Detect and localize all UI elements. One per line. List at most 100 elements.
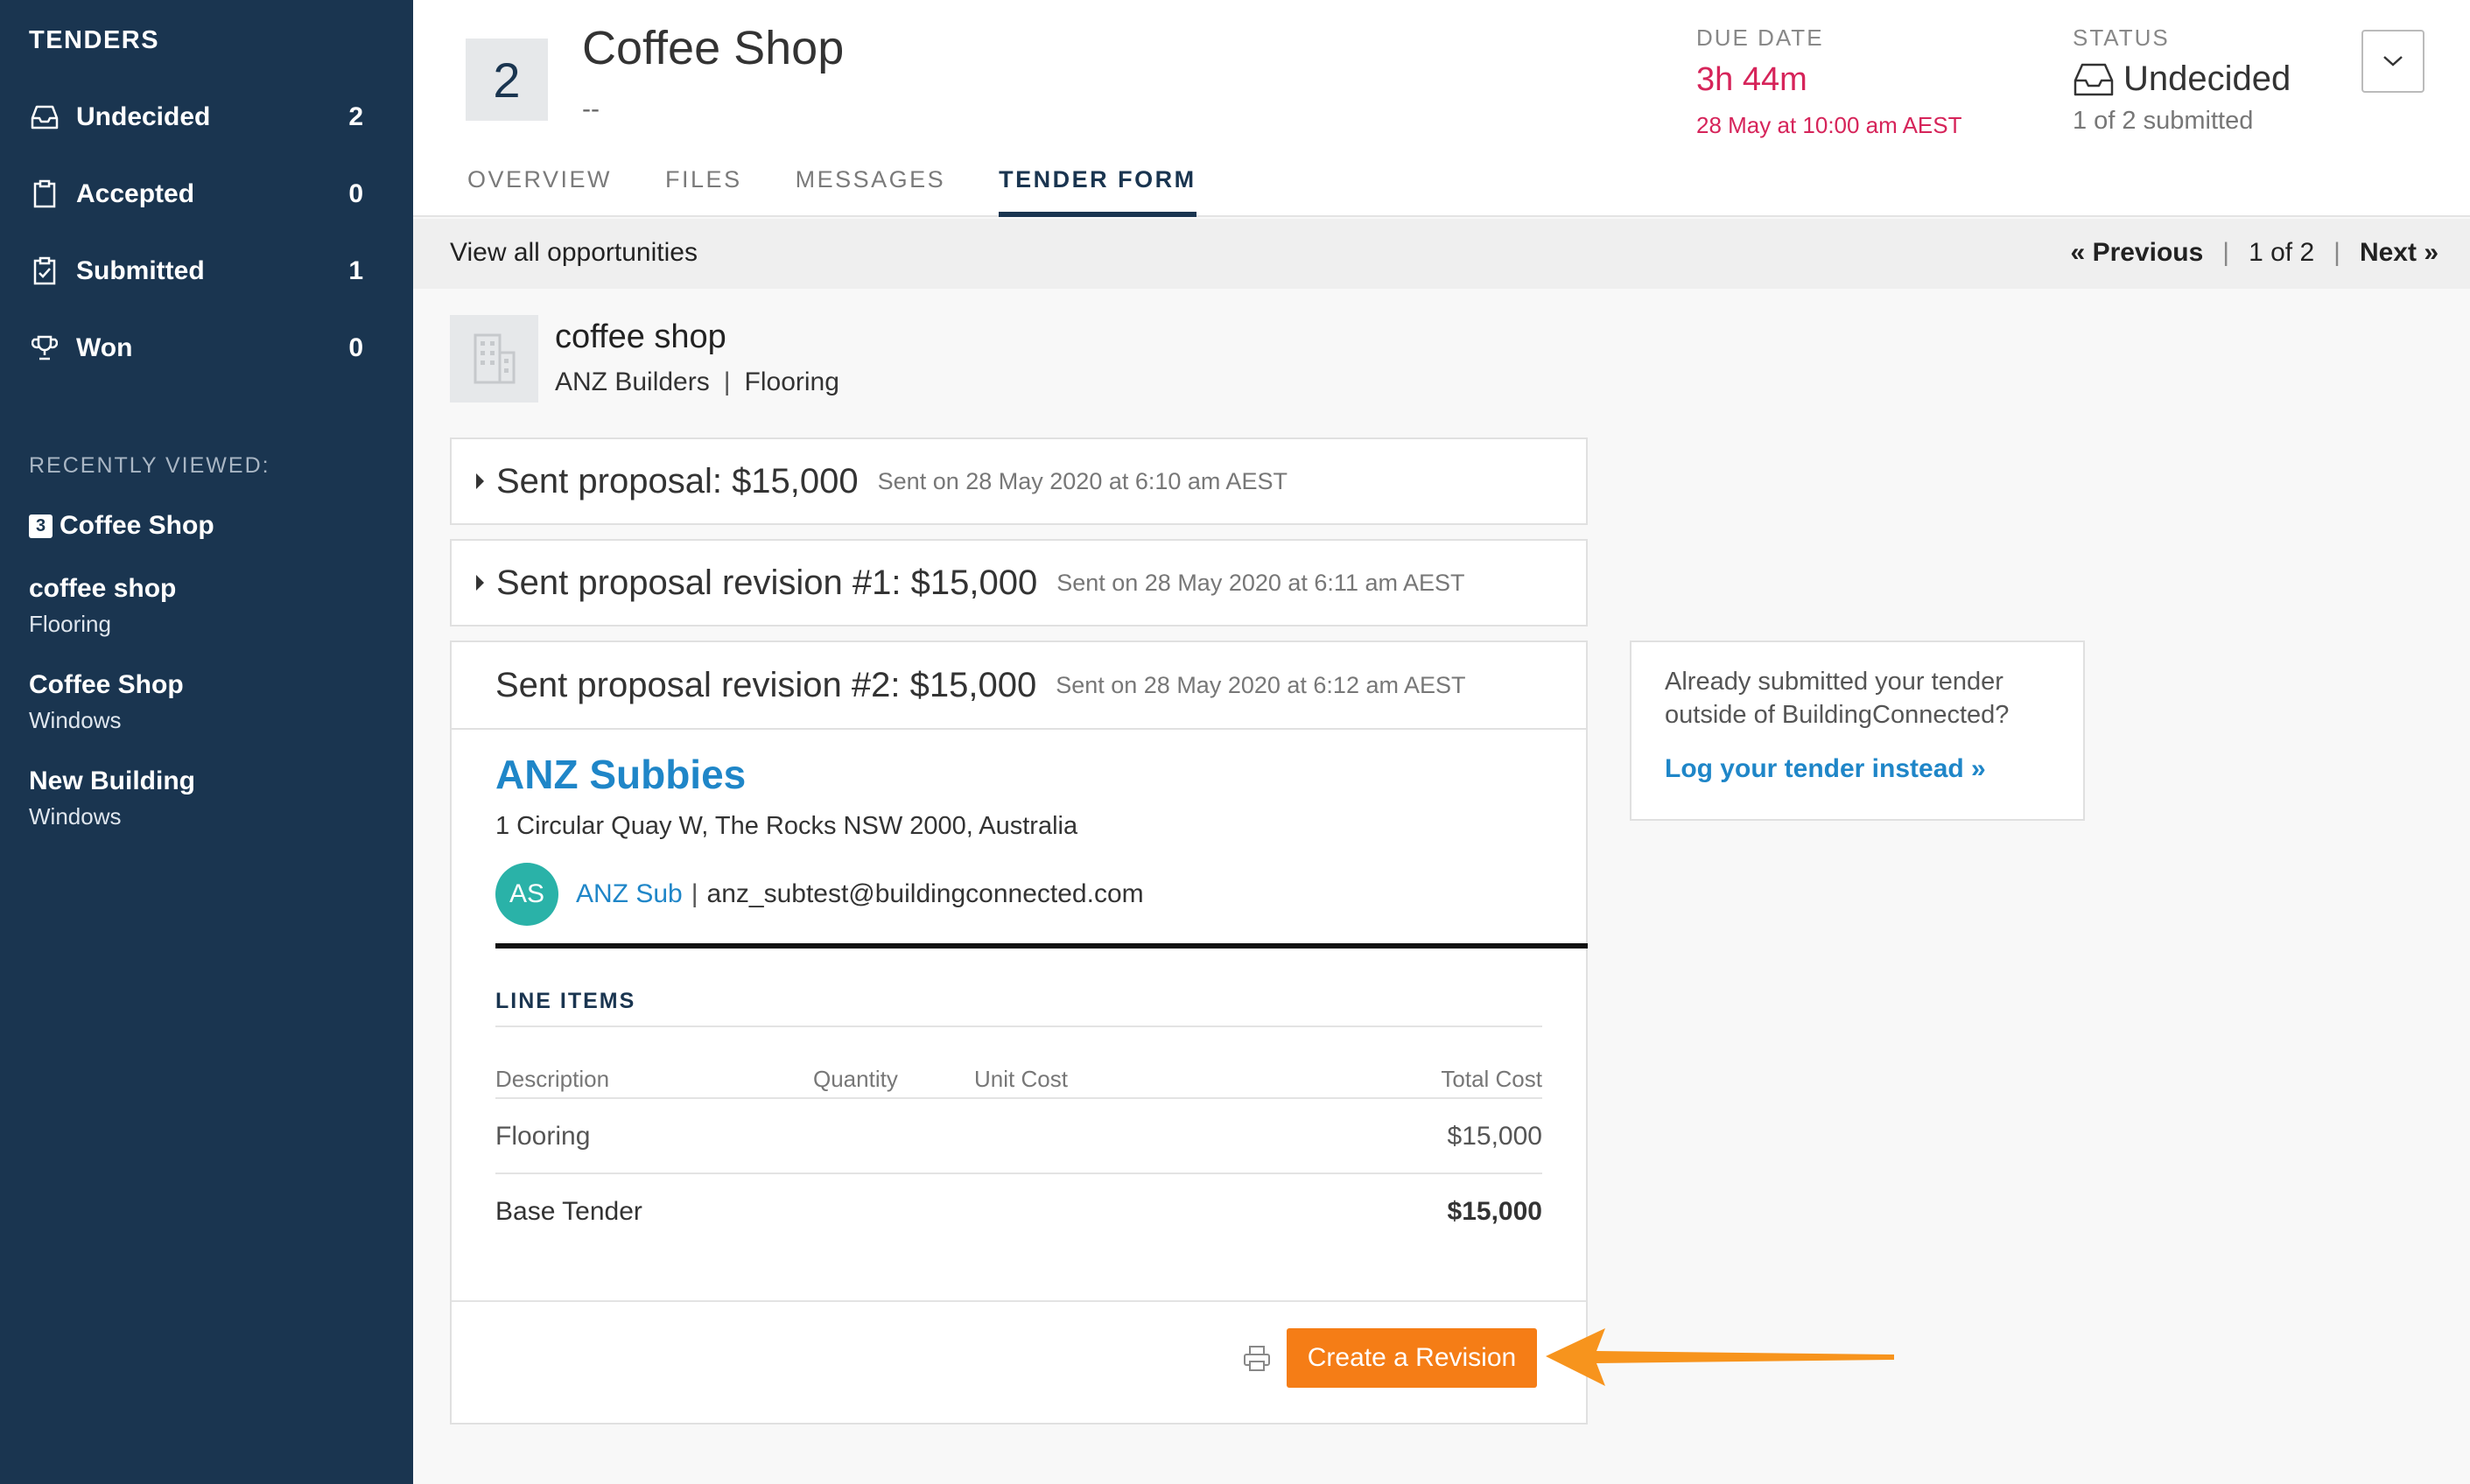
bidder-address: 1 Circular Quay W, The Rocks NSW 2000, A… (495, 812, 1078, 840)
recent-title: coffee shop (29, 574, 177, 603)
proposal-item[interactable]: Sent proposal revision #1: $15,000 Sent … (450, 539, 1588, 626)
page-indicator: 1 of 2 (2249, 238, 2315, 267)
status-submitted-count: 1 of 2 submitted (2073, 107, 2254, 135)
proposal-title: Sent proposal: $15,000 (496, 461, 859, 500)
proposal-title: Sent proposal revision #2: $15,000 (495, 665, 1037, 704)
contact-email: anz_subtest@buildingconnected.com (706, 879, 1144, 908)
caret-right-icon (476, 575, 484, 591)
sidebar-item-label: Submitted (76, 256, 205, 285)
sidebar-item-label: Accepted (76, 179, 195, 208)
column-header-description: Description (495, 1066, 610, 1092)
page-subtitle: -- (582, 94, 600, 123)
sidebar-item-count: 1 (348, 256, 363, 285)
project-meta: ANZ Builders | Flooring (555, 368, 839, 397)
clipboard-check-icon (29, 256, 60, 287)
tab-bar: OVERVIEW FILES MESSAGES TENDER FORM (467, 166, 1250, 217)
log-tender-link[interactable]: Log your tender instead » (1665, 754, 2050, 784)
recent-title: Coffee Shop (29, 670, 184, 699)
contact-name-link[interactable]: ANZ Sub (576, 879, 683, 909)
sidebar: TENDERS Undecided 2 Accepted 0 Submitted… (0, 0, 413, 1484)
sidebar-item-won[interactable]: Won 0 (29, 322, 363, 374)
recent-subtitle: Windows (29, 707, 122, 733)
recently-viewed-heading: RECENTLY VIEWED: (29, 453, 270, 478)
sidebar-item-undecided[interactable]: Undecided 2 (29, 91, 363, 144)
trophy-icon (29, 332, 60, 364)
print-icon[interactable] (1241, 1342, 1273, 1374)
recent-item[interactable]: 3 Coffee Shop (29, 511, 214, 541)
due-date: 28 May at 10:00 am AEST (1696, 112, 1962, 138)
avatar: AS (495, 863, 558, 926)
callout-arrow-icon (1546, 1328, 1894, 1386)
bidder-contact: AS ANZ Sub | anz_subtest@buildingconnect… (495, 863, 1144, 926)
sidebar-item-accepted[interactable]: Accepted 0 (29, 168, 363, 220)
line-item-description: Flooring (495, 1122, 591, 1151)
recent-title: New Building (29, 766, 195, 795)
recent-badge: 3 (29, 514, 53, 538)
column-header-unit-cost: Unit Cost (974, 1066, 1068, 1092)
line-items-heading: LINE ITEMS (495, 989, 636, 1013)
project-company: ANZ Builders (555, 368, 710, 396)
column-header-quantity: Quantity (813, 1066, 898, 1092)
proposal-date: Sent on 28 May 2020 at 6:12 am AEST (1056, 671, 1466, 698)
proposal-date: Sent on 28 May 2020 at 6:10 am AEST (877, 467, 1288, 494)
clipboard-icon (29, 178, 60, 210)
recent-subtitle: Windows (29, 803, 122, 830)
pager-divider: | (2222, 238, 2230, 267)
recent-subtitle: Flooring (29, 611, 111, 637)
project-trade: Flooring (744, 368, 839, 396)
proposal-date: Sent on 28 May 2020 at 6:11 am AEST (1056, 569, 1465, 596)
tender-number: 2 (466, 38, 548, 121)
recent-item[interactable]: Coffee Shop Windows (29, 670, 184, 734)
status-value: Undecided (2073, 60, 2291, 99)
proposal-title: Sent proposal revision #1: $15,000 (496, 563, 1038, 602)
recent-item[interactable]: coffee shop Flooring (29, 574, 176, 638)
chevron-down-icon (2383, 56, 2403, 66)
sidebar-title: TENDERS (29, 26, 160, 54)
due-date-heading: DUE DATE (1696, 24, 1824, 51)
pager: « Previous | 1 of 2 | Next » (2071, 238, 2438, 268)
log-tender-question: Already submitted your tender outside of… (1665, 668, 2010, 729)
column-header-total-cost: Total Cost (1441, 1066, 1542, 1092)
divider (495, 1026, 1542, 1027)
status-label: Undecided (2123, 60, 2291, 98)
page-header: 2 Coffee Shop -- OVERVIEW FILES MESSAGES… (413, 0, 2470, 217)
base-tender-label: Base Tender (495, 1197, 642, 1226)
recent-title: Coffee Shop (60, 511, 214, 540)
sidebar-item-label: Won (76, 333, 133, 362)
view-all-opportunities-link[interactable]: View all opportunities (450, 238, 698, 268)
next-link[interactable]: Next » (2360, 238, 2438, 268)
proposal-header[interactable]: Sent proposal revision #2: $15,000 Sent … (452, 642, 1586, 730)
previous-link[interactable]: « Previous (2071, 238, 2204, 268)
proposal-item[interactable]: Sent proposal: $15,000 Sent on 28 May 20… (450, 438, 1588, 525)
meta-divider: | (723, 368, 731, 396)
pager-divider: | (2333, 238, 2340, 267)
inbox-icon (2073, 61, 2115, 98)
sidebar-item-count: 0 (348, 333, 363, 362)
tab-tender-form[interactable]: TENDER FORM (999, 166, 1196, 217)
sidebar-item-count: 0 (348, 179, 363, 208)
create-revision-button[interactable]: Create a Revision (1287, 1328, 1537, 1388)
recent-item[interactable]: New Building Windows (29, 766, 195, 830)
divider (495, 1172, 1542, 1174)
tab-files[interactable]: FILES (665, 166, 742, 217)
caret-right-icon (476, 473, 484, 489)
log-tender-card: Already submitted your tender outside of… (1630, 640, 2085, 821)
sidebar-item-label: Undecided (76, 102, 211, 131)
inbox-icon (29, 102, 60, 133)
bidder-name[interactable]: ANZ Subbies (495, 751, 746, 798)
divider (495, 1097, 1542, 1099)
status-heading: STATUS (2073, 24, 2170, 51)
status-dropdown-button[interactable] (2361, 30, 2424, 93)
base-tender-total: $15,000 (1447, 1197, 1542, 1226)
building-icon (450, 315, 538, 402)
tab-overview[interactable]: OVERVIEW (467, 166, 612, 217)
divider (495, 943, 1588, 948)
line-item-total: $15,000 (1447, 1122, 1542, 1151)
project-name: coffee shop (555, 318, 726, 355)
sidebar-item-submitted[interactable]: Submitted 1 (29, 245, 363, 298)
contact-divider: | (691, 879, 698, 908)
tab-messages[interactable]: MESSAGES (796, 166, 946, 217)
due-countdown: 3h 44m (1696, 61, 1807, 98)
navigation-bar: View all opportunities « Previous | 1 of… (413, 219, 2470, 289)
sidebar-item-count: 2 (348, 102, 363, 131)
